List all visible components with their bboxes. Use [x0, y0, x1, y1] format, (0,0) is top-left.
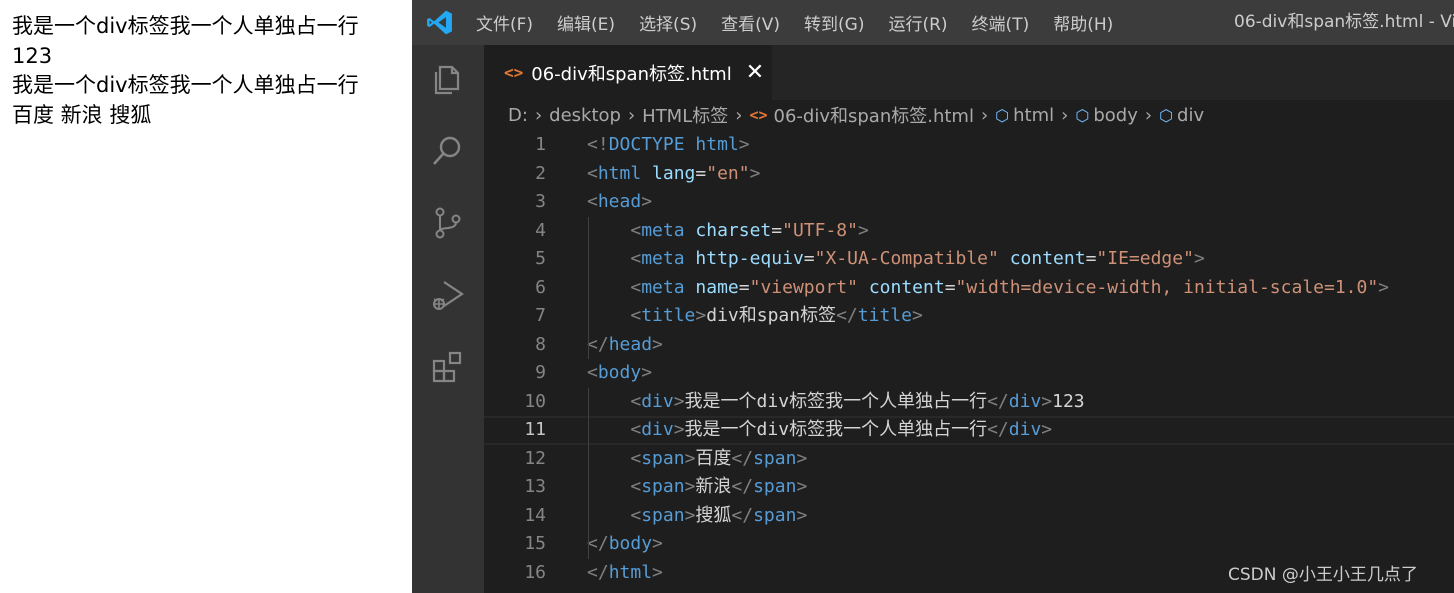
code-text: </html>: [587, 561, 663, 583]
breadcrumb-item[interactable]: desktop: [549, 105, 621, 126]
code-text: <title>div和span标签</title>: [630, 305, 923, 326]
code-line[interactable]: 1 <!DOCTYPE html>: [484, 131, 1454, 160]
code-text: <meta http-equiv="X-UA-Compatible" conte…: [630, 248, 1205, 269]
line-number: 8: [535, 333, 546, 355]
line-number: 6: [535, 276, 546, 298]
chevron-right-icon: ›: [735, 104, 743, 126]
chevron-right-icon: ›: [1144, 104, 1153, 126]
explorer-icon[interactable]: [430, 61, 466, 97]
breadcrumb-item[interactable]: div: [1177, 105, 1204, 126]
code-line[interactable]: 6 <meta name="viewport" content="width=d…: [484, 274, 1454, 303]
code-line[interactable]: 10 <div>我是一个div标签我一个人单独占一行</div>123: [484, 388, 1454, 417]
code-editor[interactable]: 1 <!DOCTYPE html> 2 <html lang="en"> 3 <head>…: [484, 131, 1454, 593]
menu-item[interactable]: 编辑(E): [557, 10, 615, 35]
line-number: 15: [524, 533, 546, 554]
preview-line: 百度 新浪 搜狐: [12, 102, 152, 127]
run-debug-icon[interactable]: [430, 277, 466, 313]
line-number: 4: [535, 219, 546, 241]
menu-item[interactable]: 转到(G): [804, 10, 864, 35]
menu-item[interactable]: 文件(F): [476, 10, 533, 35]
close-icon[interactable]: ✕: [746, 60, 764, 85]
breadcrumb-item[interactable]: D:: [508, 105, 528, 126]
indent-guide: [588, 216, 589, 359]
menu-item[interactable]: 查看(V): [721, 10, 780, 35]
line-number: 5: [535, 248, 546, 269]
menu-bar: 文件(F) 编辑(E) 选择(S) 查看(V) 转到(G) 运行(R) 终端(T) 帮助(H): [476, 0, 1137, 45]
code-text: <span>搜狐</span>: [630, 504, 808, 526]
code-line[interactable]: 5 <meta http-equiv="X-UA-Compatible" con…: [484, 245, 1454, 274]
menu-item[interactable]: 运行(R): [888, 10, 947, 35]
line-number: 13: [524, 476, 546, 497]
menu-item[interactable]: 选择(S): [639, 10, 697, 35]
code-line[interactable]: 12 <span>百度</span>: [484, 445, 1454, 474]
chevron-right-icon: ›: [534, 104, 543, 126]
code-line[interactable]: 15 </body>: [484, 530, 1454, 559]
code-line[interactable]: 9 <body>: [484, 359, 1454, 388]
code-line[interactable]: 3 <head>: [484, 188, 1454, 217]
search-icon[interactable]: [430, 133, 466, 169]
window-title: 06-div和span标签.html - Vis: [1234, 12, 1454, 32]
code-line[interactable]: 4 <meta charset="UTF-8">: [484, 217, 1454, 246]
preview-line: 我是一个div标签我一个人单独占一行: [12, 14, 359, 38]
menu-item[interactable]: 终端(T): [972, 10, 1030, 35]
menu-item[interactable]: 帮助(H): [1053, 10, 1113, 35]
breadcrumb-item[interactable]: html: [1013, 105, 1054, 126]
code-text: <meta charset="UTF-8">: [630, 219, 869, 241]
code-text: <div>我是一个div标签我一个人单独占一行</div>123: [630, 390, 1085, 412]
chevron-right-icon: ›: [1061, 104, 1069, 126]
code-text: <meta name="viewport" content="width=dev…: [630, 276, 1390, 298]
code-line[interactable]: 14 <span>搜狐</span>: [484, 502, 1454, 531]
line-number: 14: [524, 504, 546, 526]
code-line[interactable]: 8 </head>: [484, 331, 1454, 360]
breadcrumb-item[interactable]: body: [1093, 105, 1138, 126]
code-text: </head>: [587, 333, 663, 355]
watermark: CSDN @小王小王几点了: [1228, 565, 1418, 585]
title-bar: 文件(F) 编辑(E) 选择(S) 查看(V) 转到(G) 运行(R) 终端(T) 帮助(H)…: [412, 0, 1454, 45]
code-text: <head>: [587, 191, 653, 212]
source-control-icon[interactable]: [430, 205, 466, 241]
line-number: 12: [524, 447, 546, 469]
line-number: 9: [535, 362, 546, 383]
code-line[interactable]: 2 <html lang="en">: [484, 160, 1454, 189]
line-number: 10: [524, 390, 546, 412]
code-text: <span>新浪</span>: [630, 476, 808, 497]
html-file-icon: <>: [504, 63, 524, 82]
line-number: 16: [524, 561, 546, 583]
code-text: </body>: [587, 533, 663, 554]
browser-preview: 我是一个div标签我一个人单独占一行 123 我是一个div标签我一个人单独占一…: [0, 0, 412, 593]
line-number: 1: [535, 134, 546, 155]
code-text: <div>我是一个div标签我一个人单独占一行</div>: [630, 419, 1053, 440]
breadcrumb-item[interactable]: 06-div和span标签.html: [774, 102, 974, 128]
extensions-icon[interactable]: [430, 349, 466, 385]
line-number: 3: [535, 191, 546, 212]
line-number: 7: [535, 305, 546, 326]
breadcrumb-item[interactable]: HTML标签: [642, 102, 728, 128]
line-number: 2: [535, 162, 546, 184]
preview-line: 我是一个div标签我一个人单独占一行: [12, 73, 359, 97]
symbol-element-icon: ⬡: [1075, 105, 1090, 125]
code-line[interactable]: 13 <span>新浪</span>: [484, 473, 1454, 502]
symbol-element-icon: ⬡: [995, 105, 1010, 125]
code-line[interactable]: 7 <title>div和span标签</title>: [484, 302, 1454, 331]
chevron-right-icon: ›: [627, 104, 636, 126]
code-text: <html lang="en">: [587, 162, 761, 184]
code-text: <span>百度</span>: [630, 447, 808, 469]
breadcrumb: D: › desktop › HTML标签 › <> 06-div和span标签.html › ⬡…: [508, 100, 1454, 130]
code-line[interactable]: 11 <div>我是一个div标签我一个人单独占一行</div>: [484, 416, 1454, 445]
vscode-logo-icon: [427, 10, 452, 35]
code-text: <body>: [587, 362, 653, 383]
html-file-icon: <>: [749, 106, 768, 124]
tab-strip: <> 06-div和span标签.html ✕: [484, 45, 1454, 100]
chevron-right-icon: ›: [980, 104, 989, 126]
vscode-window: 文件(F) 编辑(E) 选择(S) 查看(V) 转到(G) 运行(R) 终端(T) 帮助(H)…: [412, 0, 1454, 593]
code-text: <!DOCTYPE html>: [587, 134, 750, 155]
editor-tab[interactable]: <> 06-div和span标签.html ✕: [484, 45, 772, 100]
line-number: 11: [524, 419, 546, 440]
preview-line: 123: [12, 43, 53, 68]
activity-bar: [412, 45, 484, 593]
tab-label: 06-div和span标签.html: [531, 63, 732, 85]
symbol-element-icon: ⬡: [1159, 105, 1174, 125]
indent-guide: [588, 387, 589, 559]
